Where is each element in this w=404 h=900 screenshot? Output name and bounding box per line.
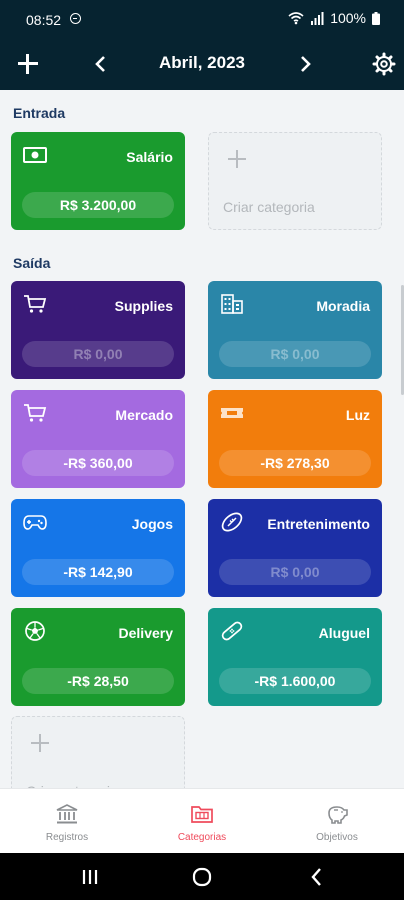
building-icon [221,294,243,314]
category-card-salario[interactable]: Salário R$ 3.200,00 [11,132,185,230]
tab-label: Registros [45,832,89,843]
tab-label: Objetivos [316,832,358,843]
category-card-entretenimento[interactable]: Entretenimento R$ 0,00 [208,499,382,597]
tab-categorias[interactable]: Categorias [135,789,269,854]
category-name: Jogos [131,516,173,532]
gamepad-icon [23,515,47,530]
category-card-aluguel[interactable]: Aluguel -R$ 1.600,00 [208,608,382,706]
bottom-navigation: Registros Categorias Objetivos [0,788,404,854]
status-bar: 08:52 100% [0,0,404,40]
chevron-left-icon[interactable] [91,54,111,74]
category-value: R$ 3.200,00 [22,192,174,218]
folder-icon [191,806,213,823]
category-card-moradia[interactable]: Moradia R$ 0,00 [208,281,382,379]
category-name: Luz [345,407,370,423]
gear-icon[interactable] [371,51,397,77]
month-title: Abril, 2023 [159,53,245,72]
money-icon [23,147,47,163]
status-indicators: 100% [288,10,380,26]
app-bar: Abril, 2023 [0,40,404,90]
category-value: -R$ 278,30 [219,450,371,476]
cart-icon [24,295,47,313]
category-name: Mercado [115,407,173,423]
category-name: Delivery [118,625,173,641]
category-value: -R$ 1.600,00 [219,668,371,694]
plus-icon [228,150,246,168]
tab-registros[interactable]: Registros [0,789,134,854]
recent-apps-icon[interactable] [80,868,100,886]
back-icon[interactable] [308,867,326,887]
plus-icon [31,734,49,752]
category-card-delivery[interactable]: Delivery -R$ 28,50 [11,608,185,706]
category-card-luz[interactable]: Luz -R$ 278,30 [208,390,382,488]
category-value: R$ 0,00 [219,341,371,367]
battery-percent: 100% [330,10,366,26]
ticket-icon [221,408,243,418]
category-name: Moradia [316,298,370,314]
category-name: Supplies [114,298,173,314]
wifi-icon [288,12,304,25]
categories-content: Entrada Salário R$ 3.200,00 Criar catego… [0,90,404,788]
chevron-right-icon[interactable] [295,54,315,74]
tab-label: Categorias [177,832,227,843]
cart-icon [24,404,47,422]
home-icon[interactable] [192,867,212,887]
income-section-title: Entrada [13,105,66,121]
category-value: -R$ 28,50 [22,668,174,694]
bandage-icon [221,621,243,641]
do-not-disturb-icon [70,13,81,24]
system-navigation-bar [0,853,404,900]
category-card-supplies[interactable]: Supplies R$ 0,00 [11,281,185,379]
soccer-ball-icon [25,621,45,641]
create-expense-category-button[interactable]: Criar categoria [11,716,185,788]
status-time: 08:52 [26,12,62,28]
football-icon [221,512,243,532]
tab-objetivos[interactable]: Objetivos [270,789,404,854]
category-value: R$ 0,00 [219,559,371,585]
category-name: Salário [126,149,173,165]
category-card-mercado[interactable]: Mercado -R$ 360,00 [11,390,185,488]
category-value: R$ 0,00 [22,341,174,367]
category-name: Entretenimento [267,516,370,532]
piggy-bank-icon [328,806,348,824]
create-category-label: Criar categoria [223,199,315,215]
category-value: -R$ 360,00 [22,450,174,476]
create-category-button[interactable]: Criar categoria [208,132,382,230]
category-value: -R$ 142,90 [22,559,174,585]
battery-icon [372,11,380,25]
category-name: Aluguel [318,625,370,641]
add-icon[interactable] [14,50,42,78]
bank-icon [56,804,78,824]
expense-section-title: Saída [13,255,51,271]
signal-icon [311,11,324,25]
category-card-jogos[interactable]: Jogos -R$ 142,90 [11,499,185,597]
